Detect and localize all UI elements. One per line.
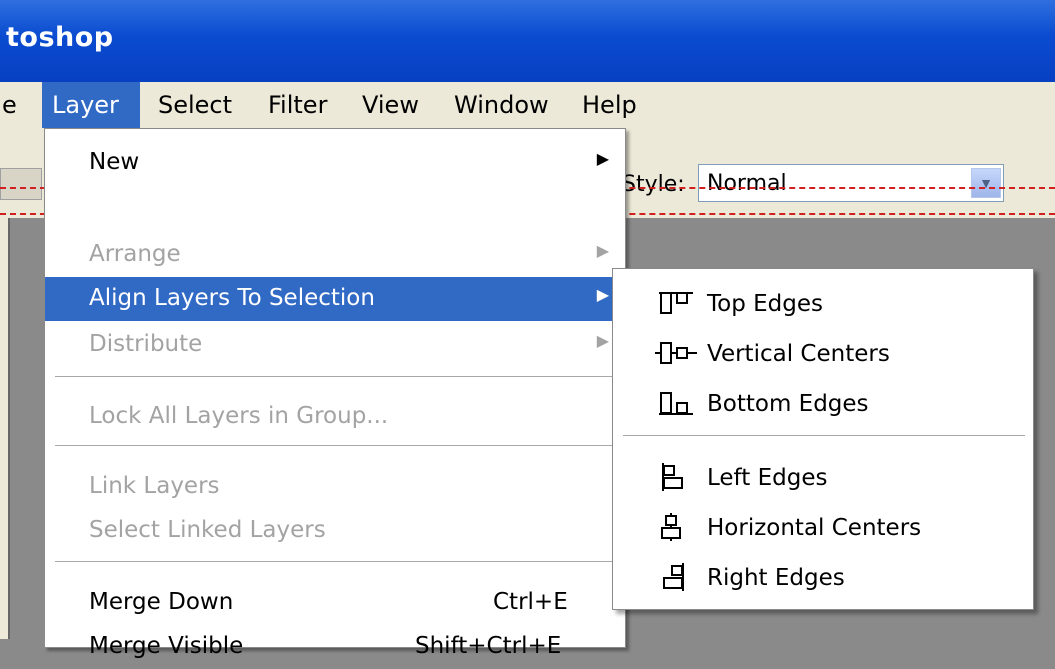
menu-help[interactable]: Help — [572, 82, 647, 128]
align-vertical-centers-icon — [655, 342, 697, 364]
style-label: Style: — [622, 172, 685, 197]
submenu-arrow-icon: ▶ — [596, 331, 609, 350]
menu-select[interactable]: Select — [148, 82, 242, 128]
menu-item-link-layers[interactable]: Link Layers — [45, 465, 625, 509]
menu-item-shortcut: Ctrl+E — [493, 589, 568, 615]
align-submenu: Top Edges Vertical Centers Bottom Edges … — [612, 268, 1034, 610]
submenu-item-label: Right Edges — [707, 565, 845, 591]
menu-bar: e Layer Select Filter View Window Help — [0, 82, 1055, 128]
menu-item-shortcut: Shift+Ctrl+E — [415, 633, 562, 659]
canvas-border — [8, 218, 10, 639]
align-bottom-edges-icon — [659, 392, 693, 415]
menu-item-merge-down[interactable]: Merge Down Ctrl+E — [45, 581, 625, 625]
menu-separator — [55, 376, 615, 378]
menu-item-align-layers[interactable]: Align Layers To Selection ▶ — [45, 277, 625, 321]
align-horizontal-centers-icon — [661, 513, 681, 541]
submenu-separator — [623, 435, 1025, 437]
window-title: toshop — [6, 22, 114, 53]
menu-item-label: New — [89, 149, 140, 175]
menu-item-label: Align Layers To Selection — [89, 285, 375, 311]
menu-item-label: Select Linked Layers — [89, 517, 326, 543]
menu-item-label: Distribute — [89, 331, 203, 357]
align-right-edges-icon — [663, 563, 684, 591]
submenu-item-label: Vertical Centers — [707, 341, 890, 367]
submenu-arrow-icon: ▶ — [596, 241, 609, 260]
menu-separator — [55, 445, 615, 447]
submenu-item-label: Bottom Edges — [707, 391, 869, 417]
toolbox-edge — [0, 218, 8, 639]
submenu-arrow-icon: ▶ — [596, 149, 609, 168]
submenu-item-horizontal-centers[interactable]: Horizontal Centers — [613, 503, 1033, 553]
submenu-item-bottom-edges[interactable]: Bottom Edges — [613, 379, 1033, 429]
tool-preset-button[interactable] — [0, 168, 42, 200]
submenu-item-label: Left Edges — [707, 465, 828, 491]
menu-item-arrange[interactable]: Arrange ▶ — [45, 233, 625, 277]
chevron-down-icon[interactable]: ▼ — [971, 168, 1001, 198]
submenu-item-vertical-centers[interactable]: Vertical Centers — [613, 329, 1033, 379]
menu-item-label: Link Layers — [89, 473, 220, 499]
menu-edit[interactable]: e — [0, 82, 27, 128]
menu-item-label: Arrange — [89, 241, 181, 267]
menu-filter[interactable]: Filter — [258, 82, 337, 128]
menu-item-select-linked-layers[interactable]: Select Linked Layers — [45, 509, 625, 553]
align-top-edges-icon — [659, 292, 693, 314]
menu-separator — [55, 561, 615, 563]
menu-item-new[interactable]: New ▶ — [45, 141, 625, 185]
style-value: Normal — [707, 171, 787, 196]
menu-view[interactable]: View — [352, 82, 429, 128]
menu-layer[interactable]: Layer — [42, 82, 140, 128]
title-bar: toshop — [0, 0, 1055, 82]
submenu-item-right-edges[interactable]: Right Edges — [613, 553, 1033, 603]
submenu-arrow-icon: ▶ — [596, 285, 609, 304]
menu-item-label: Merge Visible — [89, 633, 244, 659]
style-select[interactable]: Normal ▼ — [698, 164, 1004, 202]
submenu-item-label: Horizontal Centers — [707, 515, 922, 541]
layer-menu: New ▶ Arrange ▶ Align Layers To Selectio… — [44, 128, 626, 659]
menu-item-lock-all-layers[interactable]: Lock All Layers in Group... — [45, 395, 625, 439]
align-left-edges-icon — [662, 463, 683, 491]
menu-item-merge-visible[interactable]: Merge Visible Shift+Ctrl+E — [45, 625, 625, 669]
menu-item-distribute[interactable]: Distribute ▶ — [45, 323, 625, 367]
submenu-item-top-edges[interactable]: Top Edges — [613, 279, 1033, 329]
menu-item-label: Merge Down — [89, 589, 234, 615]
submenu-item-left-edges[interactable]: Left Edges — [613, 453, 1033, 503]
menu-window[interactable]: Window — [444, 82, 559, 128]
submenu-item-label: Top Edges — [707, 291, 823, 317]
menu-item-label: Lock All Layers in Group... — [89, 403, 389, 429]
